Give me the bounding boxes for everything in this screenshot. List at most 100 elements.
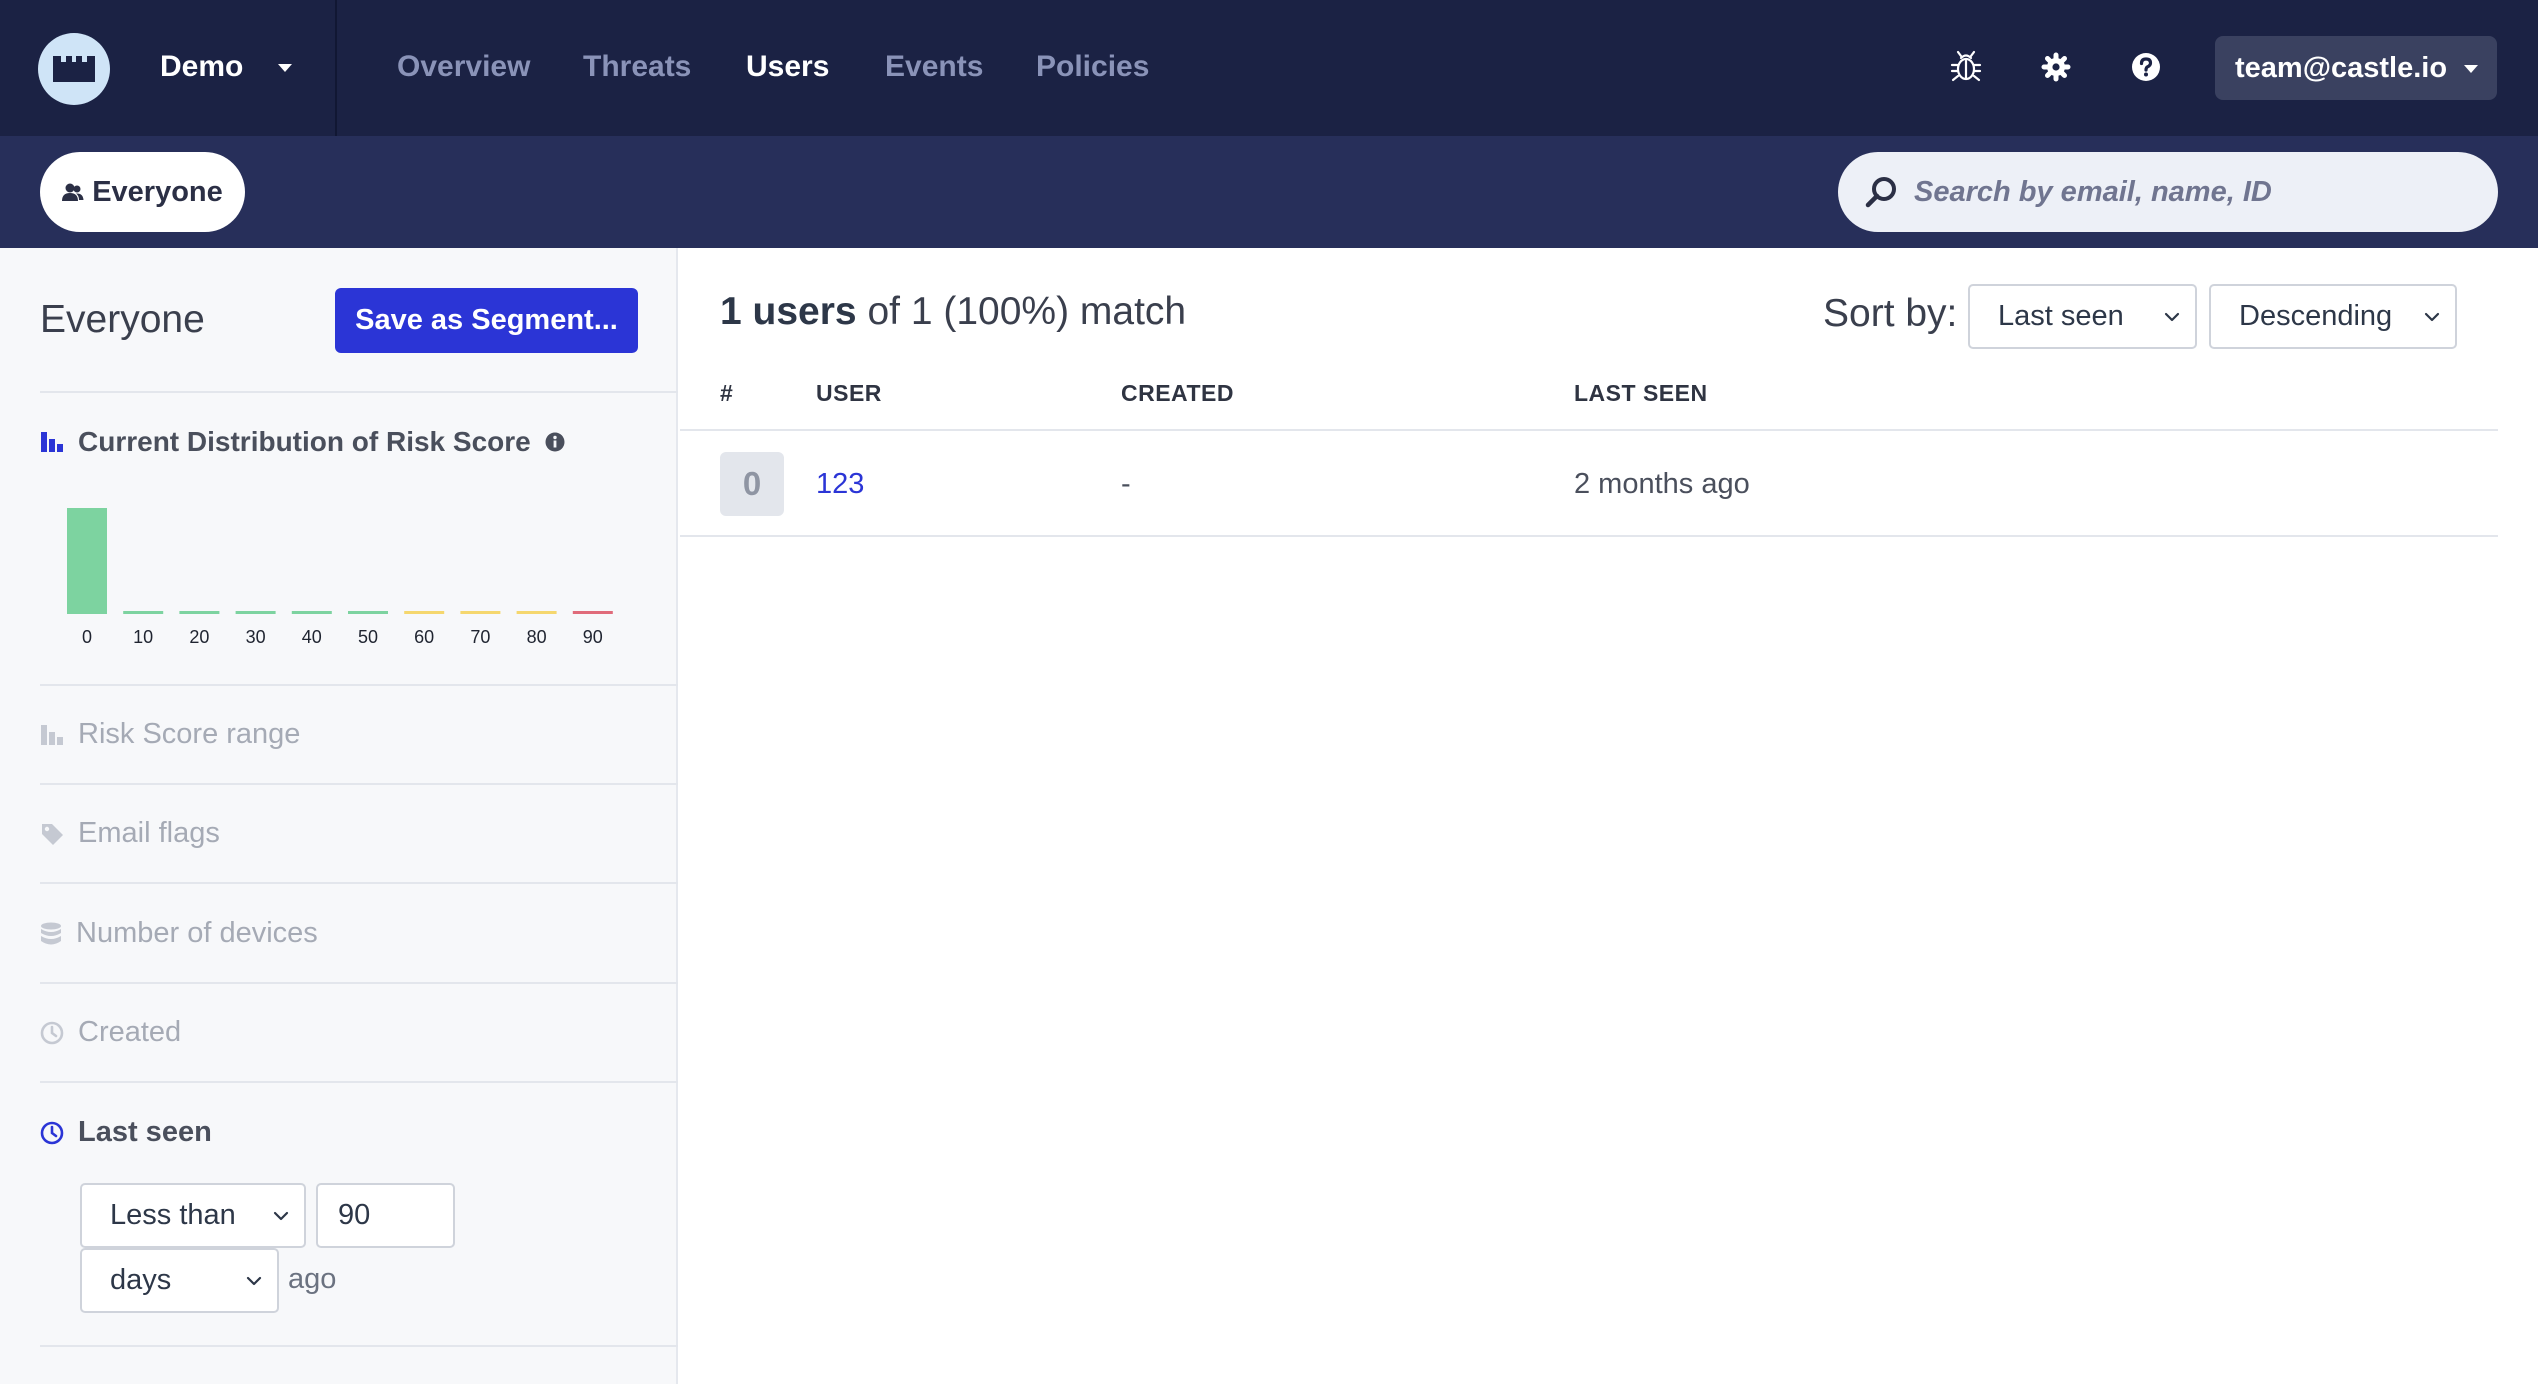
divider bbox=[40, 783, 678, 785]
castle-icon bbox=[53, 56, 95, 82]
filter-email-flags[interactable]: Email flags bbox=[40, 817, 220, 850]
chevron-down-icon bbox=[2424, 312, 2440, 322]
chart-tick-label: 20 bbox=[189, 627, 209, 647]
filter-risk-score-range[interactable]: Risk Score range bbox=[40, 718, 300, 751]
table-row-divider bbox=[680, 535, 2498, 537]
top-navbar: Demo Overview Threats Users Events Polic… bbox=[0, 0, 2538, 136]
divider bbox=[40, 1345, 678, 1347]
filter-label: Number of devices bbox=[76, 917, 318, 949]
filter-label: Created bbox=[78, 1016, 182, 1048]
chart-tick-label: 0 bbox=[82, 627, 92, 647]
gear-icon[interactable] bbox=[2036, 47, 2076, 87]
database-icon bbox=[41, 922, 61, 944]
match-count: 1 users bbox=[720, 290, 857, 333]
chart-bar bbox=[348, 611, 388, 614]
chart-bar bbox=[235, 611, 276, 614]
nav-overview[interactable]: Overview bbox=[397, 50, 530, 84]
chart-tick-label: 70 bbox=[470, 627, 490, 647]
org-switcher[interactable]: Demo bbox=[160, 50, 243, 84]
chart-bar bbox=[516, 611, 557, 614]
user-link[interactable]: 123 bbox=[816, 468, 864, 501]
select-value: days bbox=[110, 1264, 172, 1296]
info-icon[interactable] bbox=[545, 432, 565, 452]
match-summary: 1 users of 1 (100%) match bbox=[720, 290, 1186, 334]
ago-label: ago bbox=[288, 1263, 337, 1295]
nav-threats[interactable]: Threats bbox=[583, 50, 691, 84]
nav-events[interactable]: Events bbox=[885, 50, 983, 84]
chevron-down-icon bbox=[246, 1276, 262, 1286]
chart-bar bbox=[460, 611, 501, 614]
clock-icon bbox=[40, 1021, 64, 1044]
select-value: Last seen bbox=[1998, 300, 2124, 332]
risk-distribution-header: Current Distribution of Risk Score bbox=[40, 426, 565, 458]
filter-label: Email flags bbox=[78, 817, 220, 849]
filter-created[interactable]: Created bbox=[40, 1016, 181, 1049]
nav-divider bbox=[335, 0, 337, 136]
chart-tick-label: 80 bbox=[527, 627, 547, 647]
select-value: Less than bbox=[110, 1199, 236, 1231]
column-header-rank: # bbox=[720, 380, 734, 406]
nav-users[interactable]: Users bbox=[746, 50, 829, 84]
segment-selector[interactable]: Everyone bbox=[40, 152, 245, 232]
segment-label: Everyone bbox=[92, 175, 223, 208]
sort-field-select[interactable]: Last seen bbox=[1968, 284, 2197, 349]
divider bbox=[40, 684, 678, 686]
bar-chart-icon bbox=[41, 724, 63, 745]
users-icon bbox=[62, 183, 84, 201]
chart-bar bbox=[123, 611, 164, 614]
caret-down-icon bbox=[2464, 65, 2478, 73]
chart-tick-label: 40 bbox=[302, 627, 322, 647]
sort-order-select[interactable]: Descending bbox=[2209, 284, 2457, 349]
clock-icon bbox=[40, 1121, 64, 1144]
chevron-down-icon bbox=[2164, 312, 2180, 322]
chart-tick-label: 30 bbox=[246, 627, 266, 647]
chart-tick-label: 10 bbox=[133, 627, 153, 647]
risk-distribution-title: Current Distribution of Risk Score bbox=[78, 426, 531, 457]
search-box[interactable] bbox=[1838, 152, 2498, 232]
chart-bar bbox=[291, 611, 332, 614]
match-rest: of 1 (100%) match bbox=[867, 290, 1187, 333]
chart-tick-label: 50 bbox=[358, 627, 378, 647]
chart-bar bbox=[179, 611, 220, 614]
divider bbox=[40, 391, 678, 393]
chart-tick-label: 90 bbox=[583, 627, 603, 647]
search-input[interactable] bbox=[1914, 175, 2474, 209]
save-segment-button[interactable]: Save as Segment... bbox=[335, 288, 638, 353]
chart-bar bbox=[404, 611, 445, 614]
account-email: team@castle.io bbox=[2235, 51, 2448, 84]
risk-score-badge: 0 bbox=[720, 452, 784, 516]
last-seen-cell: 2 months ago bbox=[1574, 468, 1750, 500]
divider bbox=[40, 982, 678, 984]
filter-label: Last seen bbox=[78, 1116, 212, 1148]
column-header-created[interactable]: CREATED bbox=[1121, 380, 1234, 407]
last-seen-operator-select[interactable]: Less than bbox=[80, 1183, 306, 1248]
sort-label: Sort by: bbox=[1823, 292, 1958, 335]
castle-logo[interactable] bbox=[38, 33, 110, 105]
search-icon bbox=[1865, 177, 1896, 208]
table-header-divider bbox=[680, 429, 2498, 431]
help-icon[interactable] bbox=[2126, 47, 2166, 87]
chart-bar bbox=[67, 508, 107, 614]
caret-down-icon[interactable] bbox=[277, 63, 293, 73]
account-menu[interactable]: team@castle.io bbox=[2215, 36, 2497, 100]
nav-policies[interactable]: Policies bbox=[1036, 50, 1149, 84]
column-header-user[interactable]: USER bbox=[816, 380, 882, 407]
risk-score-chart: 0 10 20 30 40 50 60 70 80 90 bbox=[67, 508, 613, 647]
select-value: Descending bbox=[2239, 300, 2393, 332]
tag-icon bbox=[42, 823, 63, 845]
divider bbox=[40, 882, 678, 884]
chevron-down-icon bbox=[273, 1211, 289, 1221]
bug-icon[interactable] bbox=[1946, 47, 1986, 87]
created-cell: - bbox=[1121, 468, 1131, 500]
filter-last-seen[interactable]: Last seen bbox=[40, 1116, 212, 1149]
chart-bar bbox=[572, 611, 613, 614]
last-seen-value-input[interactable] bbox=[316, 1183, 455, 1248]
filter-number-of-devices[interactable]: Number of devices bbox=[40, 917, 318, 950]
chart-tick-label: 60 bbox=[414, 627, 434, 647]
sidebar-title: Everyone bbox=[40, 298, 205, 341]
column-header-last-seen[interactable]: LAST SEEN bbox=[1574, 380, 1708, 407]
divider bbox=[40, 1081, 678, 1083]
last-seen-unit-select[interactable]: days bbox=[80, 1248, 279, 1313]
filter-sidebar: Everyone Save as Segment... Current Dist… bbox=[0, 248, 678, 1384]
bar-chart-icon bbox=[41, 432, 63, 452]
